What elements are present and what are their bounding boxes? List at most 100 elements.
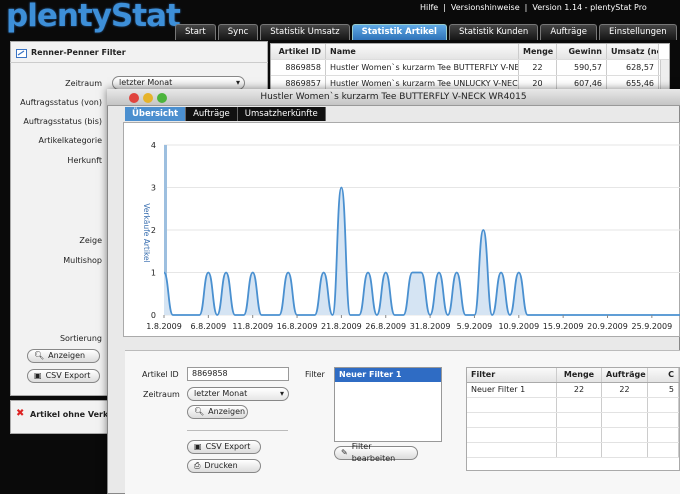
y-tick-label: 0 <box>151 311 156 320</box>
col-menge[interactable]: Menge <box>557 368 602 382</box>
col-artikel-id[interactable]: Artikel ID <box>271 44 326 59</box>
cell-name: Hustler Women`s kurzarm Tee BUTTERFLY V-… <box>326 60 519 75</box>
zoom-window-icon[interactable] <box>157 93 167 103</box>
table-row <box>467 428 679 443</box>
series-area <box>164 187 680 315</box>
filter-table-header: Filter Menge Aufträge C <box>467 368 679 383</box>
artikelkategorie-label: Artikelkategorie <box>38 136 102 145</box>
floppy-icon: ▣ <box>194 442 202 451</box>
bottom-anzeigen-label: Anzeigen <box>208 407 246 416</box>
minimize-window-icon[interactable] <box>143 93 153 103</box>
herkunft-label: Herkunft <box>67 156 102 165</box>
printer-icon: ⎙ <box>194 461 201 470</box>
col-gewinn[interactable]: Gewinn <box>557 44 607 59</box>
table-row[interactable]: 8869858 Hustler Women`s kurzarm Tee BUTT… <box>271 60 669 76</box>
bottom-anzeigen-button[interactable]: 🔍︎ Anzeigen <box>187 405 248 419</box>
help-link[interactable]: Hilfe <box>420 3 438 12</box>
y-tick-label: 3 <box>151 184 156 193</box>
drucken-button[interactable]: ⎙ Drucken <box>187 459 261 473</box>
csv-export-label: CSV Export <box>45 371 91 380</box>
filter-panel-title: Renner-Penner Filter <box>31 48 126 57</box>
bottom-csv-label: CSV Export <box>205 442 251 451</box>
close-icon[interactable]: ✖ <box>16 408 24 419</box>
zeige-label: Zeige <box>79 236 102 245</box>
chevron-down-icon: ▾ <box>279 389 284 398</box>
window-tabs: Übersicht Aufträge Umsatzherkünfte <box>125 107 326 121</box>
tab-auftraege[interactable]: Aufträge <box>186 107 238 121</box>
table-row <box>467 413 679 428</box>
sales-chart: 012341.8.2009 6.8.2009 11.8.2009 16.8.2009 2… <box>142 141 680 331</box>
cell-menge: 22 <box>519 60 557 75</box>
filter-table: Filter Menge Aufträge C Neuer Filter 1 2… <box>466 367 680 471</box>
x-tick-label: 20.9.2009 <box>587 322 628 331</box>
tab-uebersicht[interactable]: Übersicht <box>125 107 187 121</box>
cell-id: 8869858 <box>271 60 326 75</box>
table-row[interactable]: Neuer Filter 1 22 22 5 <box>467 383 679 398</box>
release-notes-link[interactable]: Versionshinweise <box>451 3 520 12</box>
pencil-icon: ✎ <box>341 448 348 457</box>
x-tick-label: 25.9.2009 <box>631 322 672 331</box>
cell-c: 5 <box>648 383 679 397</box>
col-c[interactable]: C <box>648 368 679 382</box>
bottom-zeitraum-select[interactable]: letzter Monat ▾ <box>187 387 289 401</box>
tab-sync[interactable]: Sync <box>217 24 259 40</box>
auftragsstatus-bis-label: Auftragsstatus (bis) <box>23 117 102 126</box>
col-filter[interactable]: Filter <box>467 368 557 382</box>
tab-statistik-kunden[interactable]: Statistik Kunden <box>448 24 539 40</box>
tab-auftraege[interactable]: Aufträge <box>540 24 598 40</box>
list-item[interactable]: Neuer Filter 1 <box>335 368 441 382</box>
tab-statistik-umsatz[interactable]: Statistik Umsatz <box>260 24 350 40</box>
window-titlebar[interactable]: Hustler Women`s kurzarm Tee BUTTERFLY V-… <box>107 89 680 106</box>
chevron-down-icon: ▾ <box>235 78 240 87</box>
x-tick-label: 26.8.2009 <box>365 322 406 331</box>
filter-panel-icon <box>16 48 27 60</box>
artikel-grid: Artikel ID Name Menge Gewinn Umsatz (ne … <box>270 43 670 95</box>
tab-einstellungen[interactable]: Einstellungen <box>599 24 677 40</box>
x-tick-label: 5.9.2009 <box>457 322 493 331</box>
y-tick-label: 4 <box>151 141 156 150</box>
search-icon: 🔍︎ <box>194 407 205 416</box>
bottom-zeitraum-label: Zeitraum <box>143 390 180 399</box>
separator: | <box>443 3 446 12</box>
tab-umsatzherkuenfte[interactable]: Umsatzherkünfte <box>238 107 326 121</box>
zeitraum-value: letzter Monat <box>119 78 173 87</box>
anzeigen-label: Anzeigen <box>48 351 86 360</box>
x-tick-label: 1.8.2009 <box>146 322 182 331</box>
grid-header: Artikel ID Name Menge Gewinn Umsatz (ne <box>271 44 669 60</box>
sortierung-label: Sortierung <box>59 334 102 343</box>
artikel-id-input[interactable]: 8869858 <box>187 367 289 381</box>
main-tabs: Start Sync Statistik Umsatz Statistik Ar… <box>175 24 679 40</box>
y-tick-label: 1 <box>151 269 156 278</box>
col-auftraege[interactable]: Aufträge <box>602 368 648 382</box>
separator: | <box>524 3 528 12</box>
version-text: Version 1.14 - plentyStat Pro <box>532 3 647 12</box>
x-tick-label: 11.8.2009 <box>232 322 273 331</box>
cell-gewinn: 590,57 <box>557 60 607 75</box>
bottom-zeitraum-value: letzter Monat <box>194 389 248 398</box>
col-umsatz[interactable]: Umsatz (ne <box>607 44 659 59</box>
cell-auftraege: 22 <box>602 383 648 397</box>
cell-umsatz: 628,57 <box>607 60 659 75</box>
tab-start[interactable]: Start <box>175 24 216 40</box>
col-menge[interactable]: Menge <box>519 44 557 59</box>
x-tick-label: 6.8.2009 <box>191 322 227 331</box>
filter-bearbeiten-button[interactable]: ✎ Filter bearbeiten <box>334 442 418 463</box>
close-window-icon[interactable] <box>129 93 139 103</box>
cell-filter: Neuer Filter 1 <box>467 383 557 397</box>
drucken-label: Drucken <box>204 461 238 470</box>
x-tick-label: 31.8.2009 <box>410 322 451 331</box>
anzeigen-button[interactable]: 🔍︎ Anzeigen <box>27 349 100 363</box>
csv-export-button[interactable]: ▣ CSV Export <box>27 369 100 383</box>
table-row <box>467 443 679 458</box>
bottom-csv-export-button[interactable]: ▣ CSV Export <box>187 440 261 454</box>
zeitraum-select[interactable]: letzter Monat ▾ <box>112 76 245 90</box>
chart-panel: 0 1 2 3 4 1.8.2009 6.8.2009 11.8.2009 16.8.2009 2… <box>123 122 680 337</box>
x-tick-label: 21.8.2009 <box>321 322 362 331</box>
multishop-label: Multishop <box>63 256 102 265</box>
app-logo: plentyStat <box>6 0 181 34</box>
filter-list[interactable]: Neuer Filter 1 <box>334 367 442 442</box>
divider <box>187 430 288 431</box>
col-name[interactable]: Name <box>326 44 519 59</box>
search-icon: 🔍︎ <box>34 351 45 360</box>
tab-statistik-artikel[interactable]: Statistik Artikel <box>351 24 447 40</box>
